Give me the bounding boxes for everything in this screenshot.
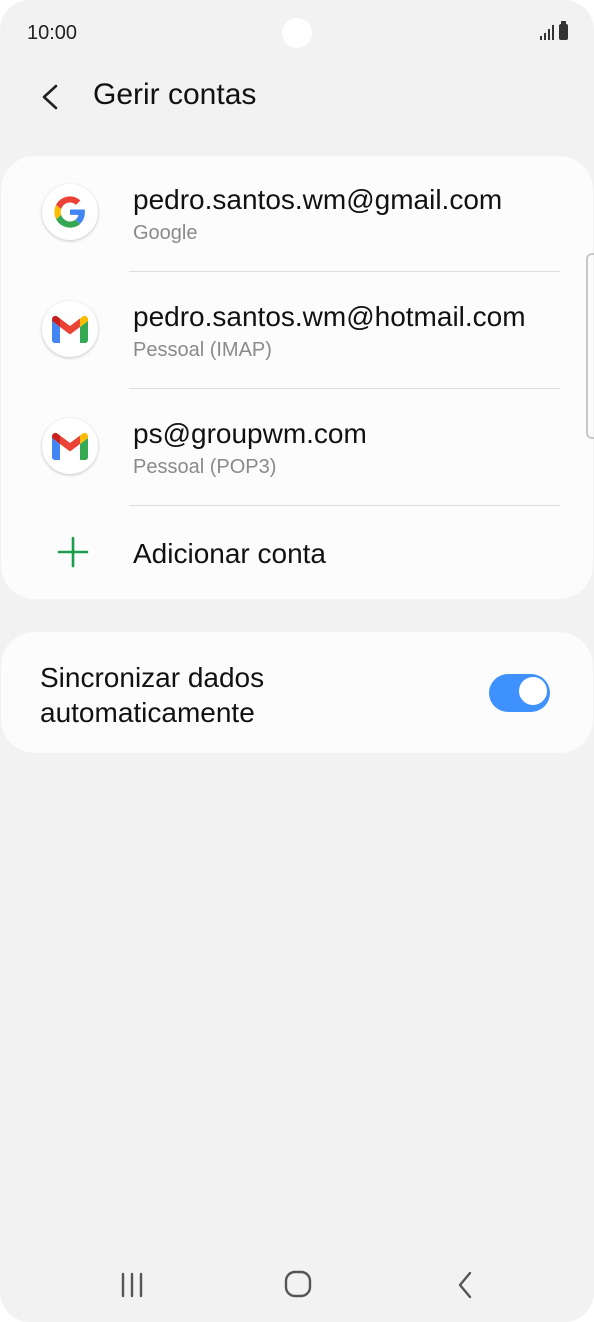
header: Gerir contas [0, 70, 594, 124]
account-type: Google [133, 222, 198, 244]
sync-toggle[interactable] [489, 674, 550, 712]
divider [129, 505, 560, 506]
home-icon [284, 1270, 312, 1298]
recents-icon [121, 1272, 143, 1298]
account-email: pedro.santos.wm@gmail.com [133, 184, 503, 215]
scrollbar[interactable] [586, 253, 594, 439]
status-bar: 10:00 [0, 0, 594, 66]
account-type: Pessoal (POP3) [133, 456, 277, 478]
account-type: Pessoal (IMAP) [133, 339, 272, 361]
status-icons [540, 21, 568, 40]
gmail-icon [42, 418, 98, 474]
camera-cutout [282, 18, 312, 48]
recents-button[interactable] [112, 1268, 152, 1302]
back-icon [458, 1271, 472, 1299]
google-icon [42, 184, 98, 240]
account-email: ps@groupwm.com [133, 418, 367, 449]
divider [129, 271, 560, 272]
back-button[interactable] [30, 76, 72, 118]
add-account-label: Adicionar conta [133, 538, 327, 569]
toggle-knob [517, 675, 549, 707]
home-button[interactable] [278, 1268, 318, 1302]
account-item-google[interactable]: pedro.santos.wm@gmail.com Google [1, 156, 593, 273]
accounts-card: pedro.santos.wm@gmail.com Google pedro.s… [1, 156, 593, 599]
nav-back-button[interactable] [446, 1268, 486, 1302]
status-time: 10:00 [27, 22, 78, 44]
account-item-groupwm[interactable]: ps@groupwm.com Pessoal (POP3) [1, 390, 593, 507]
divider [129, 388, 560, 389]
page-title: Gerir contas [93, 78, 257, 111]
navigation-bar [0, 1248, 594, 1322]
signal-icon [540, 24, 554, 40]
gmail-icon [42, 301, 98, 357]
account-email: pedro.santos.wm@hotmail.com [133, 301, 526, 332]
chevron-left-icon [42, 84, 58, 110]
phone-screen: 10:00 Gerir contas pedro.santos.wm@gmail… [0, 0, 594, 1322]
account-item-hotmail[interactable]: pedro.santos.wm@hotmail.com Pessoal (IMA… [1, 273, 593, 390]
plus-icon [57, 536, 89, 568]
battery-icon [559, 21, 568, 40]
add-account-button[interactable]: Adicionar conta [1, 508, 593, 598]
sync-label: Sincronizar dados automaticamente [40, 662, 265, 728]
